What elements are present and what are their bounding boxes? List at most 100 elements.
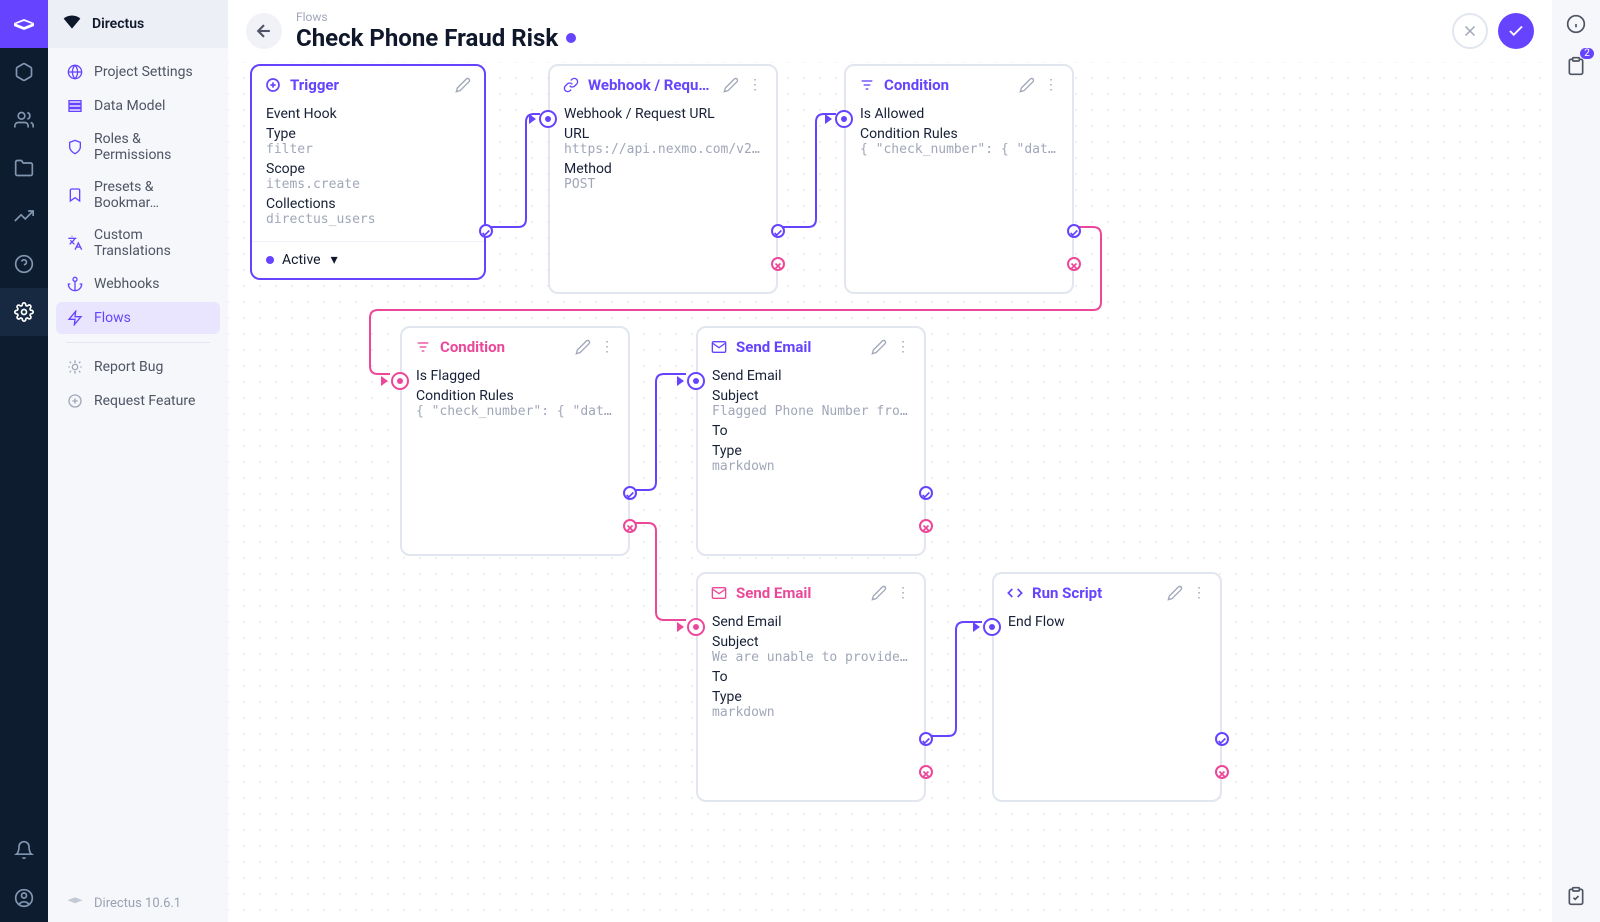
- back-button[interactable]: [246, 13, 282, 49]
- flow-canvas[interactable]: Trigger Event Hook Typefilter Scopeitems…: [228, 62, 1552, 922]
- node-title: Send Email: [736, 338, 862, 356]
- nav-label: Report Bug: [94, 359, 163, 375]
- module-settings-icon[interactable]: [0, 288, 48, 336]
- bookmark-icon: [66, 186, 84, 204]
- node-subtitle: Is Allowed: [860, 106, 1058, 122]
- node-run-script[interactable]: Run Script ⋮ End Flow: [992, 572, 1222, 802]
- list-icon: [66, 97, 84, 115]
- connector-resolve[interactable]: [771, 224, 785, 238]
- navigation-sidebar: Directus Project Settings Data Model Rol…: [48, 0, 228, 922]
- nav-data-model[interactable]: Data Model: [56, 90, 220, 122]
- connector-resolve[interactable]: [1215, 732, 1229, 746]
- mail-icon: [710, 584, 728, 602]
- connector-reject[interactable]: [771, 257, 785, 271]
- module-docs-icon[interactable]: [0, 240, 48, 288]
- revisions-icon[interactable]: 2: [1560, 50, 1592, 82]
- edit-icon[interactable]: [574, 338, 592, 356]
- nav-flows[interactable]: Flows: [56, 302, 220, 334]
- connector-resolve[interactable]: [919, 486, 933, 500]
- more-icon[interactable]: ⋮: [746, 76, 764, 94]
- more-icon[interactable]: ⋮: [1190, 584, 1208, 602]
- module-files-icon[interactable]: [0, 144, 48, 192]
- logs-icon[interactable]: [1560, 880, 1592, 912]
- nav-header[interactable]: Directus: [48, 0, 228, 48]
- nav-webhooks[interactable]: Webhooks: [56, 268, 220, 300]
- module-account-icon[interactable]: [0, 874, 48, 922]
- info-icon[interactable]: [1560, 8, 1592, 40]
- edit-icon[interactable]: [870, 338, 888, 356]
- node-title: Webhook / Request U: [588, 76, 714, 94]
- link-icon: [562, 76, 580, 94]
- connector-reject[interactable]: [1215, 765, 1229, 779]
- logo[interactable]: [0, 0, 48, 48]
- connector-in[interactable]: [391, 372, 409, 390]
- connector-in[interactable]: [687, 372, 705, 390]
- connector-resolve[interactable]: [479, 224, 493, 238]
- nav-roles[interactable]: Roles & Permissions: [56, 124, 220, 170]
- module-bar: [0, 0, 48, 922]
- node-title: Condition: [440, 338, 566, 356]
- edit-icon[interactable]: [1018, 76, 1036, 94]
- connector-reject[interactable]: [919, 519, 933, 533]
- globe-icon: [66, 63, 84, 81]
- node-subtitle: End Flow: [1008, 614, 1206, 630]
- node-subtitle: Send Email: [712, 368, 910, 384]
- module-notifications-icon[interactable]: [0, 826, 48, 874]
- save-button[interactable]: [1498, 13, 1534, 49]
- node-send-email-1[interactable]: Send Email ⋮ Send Email SubjectFlagged P…: [696, 326, 926, 556]
- nav-presets[interactable]: Presets & Bookmar…: [56, 172, 220, 218]
- edit-icon[interactable]: [722, 76, 740, 94]
- connector-reject[interactable]: [1067, 257, 1081, 271]
- new-icon: [66, 392, 84, 410]
- module-insights-icon[interactable]: [0, 192, 48, 240]
- node-send-email-2[interactable]: Send Email ⋮ Send Email SubjectWe are un…: [696, 572, 926, 802]
- module-content-icon[interactable]: [0, 48, 48, 96]
- nav-label: Request Feature: [94, 393, 195, 409]
- connector-resolve[interactable]: [919, 732, 933, 746]
- nav-translations[interactable]: Custom Translations: [56, 220, 220, 266]
- connector-reject[interactable]: [623, 519, 637, 533]
- revisions-badge: 2: [1580, 48, 1594, 59]
- node-condition-flagged[interactable]: Condition ⋮ Is Flagged Condition Rules{ …: [400, 326, 630, 556]
- node-trigger[interactable]: Trigger Event Hook Typefilter Scopeitems…: [250, 64, 486, 280]
- node-subtitle: Is Flagged: [416, 368, 614, 384]
- nav-report-bug[interactable]: Report Bug: [56, 351, 220, 383]
- nav-label: Data Model: [94, 98, 165, 114]
- filter-icon: [414, 338, 432, 356]
- connector-in[interactable]: [539, 110, 557, 128]
- main-area: Flows Check Phone Fraud Risk: [228, 0, 1552, 922]
- nav-label: Project Settings: [94, 64, 193, 80]
- connector-in[interactable]: [835, 110, 853, 128]
- code-icon: [1006, 584, 1024, 602]
- nav-label: Roles & Permissions: [94, 131, 210, 163]
- breadcrumb[interactable]: Flows: [296, 10, 576, 24]
- page-header: Flows Check Phone Fraud Risk: [228, 0, 1552, 62]
- edit-icon[interactable]: [1166, 584, 1184, 602]
- edit-icon[interactable]: [870, 584, 888, 602]
- connector-in[interactable]: [983, 618, 1001, 636]
- connector-resolve[interactable]: [623, 486, 637, 500]
- more-icon[interactable]: ⋮: [894, 338, 912, 356]
- rabbit-icon: [66, 892, 84, 914]
- bolt-icon: [66, 309, 84, 327]
- wifi-icon: [62, 12, 82, 36]
- node-title: Condition: [884, 76, 1010, 94]
- node-webhook[interactable]: Webhook / Request U ⋮ Webhook / Request …: [548, 64, 778, 294]
- node-condition-allowed[interactable]: Condition ⋮ Is Allowed Condition Rules{ …: [844, 64, 1074, 294]
- connector-in[interactable]: [687, 618, 705, 636]
- node-subtitle: Webhook / Request URL: [564, 106, 762, 122]
- cancel-button[interactable]: [1452, 13, 1488, 49]
- more-icon[interactable]: ⋮: [894, 584, 912, 602]
- connector-reject[interactable]: [919, 765, 933, 779]
- edit-icon[interactable]: [454, 76, 472, 94]
- connector-resolve[interactable]: [1067, 224, 1081, 238]
- unsaved-indicator: [566, 33, 576, 43]
- nav-project-settings[interactable]: Project Settings: [56, 56, 220, 88]
- more-icon[interactable]: ⋮: [1042, 76, 1060, 94]
- page-title: Check Phone Fraud Risk: [296, 24, 576, 52]
- more-icon[interactable]: ⋮: [598, 338, 616, 356]
- module-users-icon[interactable]: [0, 96, 48, 144]
- status-dot: [266, 256, 274, 264]
- status-toggle[interactable]: Active▾: [252, 241, 484, 278]
- nav-request-feature[interactable]: Request Feature: [56, 385, 220, 417]
